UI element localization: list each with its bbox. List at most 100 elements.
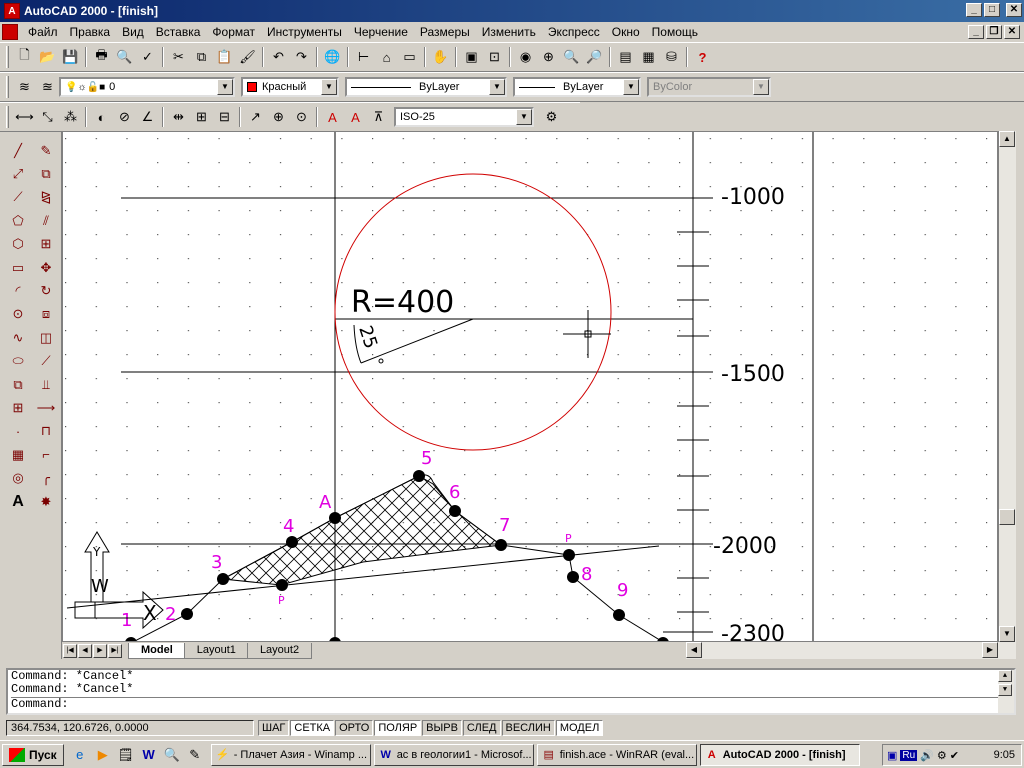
leader-icon[interactable]: ↗ xyxy=(244,106,267,128)
angular-dimension-icon[interactable]: ∠ xyxy=(136,106,159,128)
command-scrollbar[interactable]: ▲ ▼ xyxy=(998,670,1014,713)
rotate-icon[interactable]: ↻ xyxy=(34,279,58,302)
color-combo[interactable]: Красный ▼ xyxy=(241,77,339,97)
polyline-icon[interactable]: ⟋ xyxy=(6,186,30,209)
fillet-icon[interactable]: ╭ xyxy=(34,466,58,489)
dimension-edit-icon[interactable]: A xyxy=(321,106,344,128)
print-icon[interactable]: 🖶 xyxy=(90,46,113,68)
task-word[interactable]: W ас в геологии1 - Microsof... xyxy=(373,743,534,766)
tab-layout1[interactable]: Layout1 xyxy=(183,642,249,659)
dbconnect-icon[interactable]: ⛁ xyxy=(660,46,683,68)
coordinates-readout[interactable]: 364.7534, 120.6726, 0.0000 xyxy=(6,720,254,736)
diameter-dimension-icon[interactable]: ⊘ xyxy=(113,106,136,128)
dimstyle-combo[interactable]: ISO-25 ▼ xyxy=(394,107,534,127)
menu-file[interactable]: Файл xyxy=(22,25,64,39)
horizontal-scrollbar[interactable]: ◀ ▶ xyxy=(686,642,1016,659)
extend-icon[interactable]: ⟶ xyxy=(34,396,58,419)
document-icon[interactable] xyxy=(2,24,18,40)
toggle-snap[interactable]: ШАГ xyxy=(258,720,290,736)
task-winrar[interactable]: ▤ finish.ace - WinRAR (eval... xyxy=(536,743,697,766)
close-button[interactable]: ✕ xyxy=(1006,3,1022,17)
print-preview-icon[interactable]: 🔍 xyxy=(113,46,136,68)
zoom-icon[interactable]: 🔍 xyxy=(560,46,583,68)
autocad-app-icon[interactable]: A xyxy=(4,3,20,19)
ucs-icon[interactable]: ⊢ xyxy=(352,46,375,68)
pencil-icon[interactable]: ✎ xyxy=(185,745,205,765)
menu-format[interactable]: Формат xyxy=(206,25,261,39)
break-icon[interactable]: ⊓ xyxy=(34,420,58,443)
arc-icon[interactable]: ◜ xyxy=(6,279,30,302)
radius-dimension-icon[interactable]: ◐ xyxy=(90,106,113,128)
pan-icon[interactable]: ✋ xyxy=(429,46,452,68)
design-center-icon[interactable]: ▦ xyxy=(637,46,660,68)
internet-explorer-icon[interactable]: e xyxy=(70,745,90,765)
aerial-view-icon[interactable]: ▣ xyxy=(460,46,483,68)
help-icon[interactable]: ? xyxy=(691,46,714,68)
scroll-down-button[interactable]: ▼ xyxy=(998,684,1012,696)
toggle-lineweight[interactable]: ВЕСЛИН xyxy=(501,720,555,736)
scroll-right-button[interactable]: ▶ xyxy=(982,642,998,658)
hatch-icon[interactable]: ▦ xyxy=(6,443,30,466)
copy-object-icon[interactable]: ⧉ xyxy=(34,162,58,185)
menu-draw[interactable]: Черчение xyxy=(348,25,414,39)
baseline-dimension-icon[interactable]: ⊞ xyxy=(190,106,213,128)
scroll-down-button[interactable]: ▼ xyxy=(999,626,1015,642)
new-icon[interactable]: 🗋 xyxy=(13,46,36,68)
maximize-button[interactable]: □ xyxy=(984,3,1000,17)
center-mark-icon[interactable]: ⊙ xyxy=(290,106,313,128)
network-icon[interactable]: ⚙ xyxy=(937,749,947,762)
dimension-update-icon[interactable]: ⊼ xyxy=(367,106,390,128)
menu-modify[interactable]: Изменить xyxy=(476,25,542,39)
open-icon[interactable]: 📂 xyxy=(36,46,59,68)
last-tab-button[interactable]: ▶| xyxy=(108,643,122,658)
menu-dimension[interactable]: Размеры xyxy=(414,25,476,39)
explode-icon[interactable]: ✸ xyxy=(34,490,58,513)
spellcheck-icon[interactable]: ✓ xyxy=(136,46,159,68)
save-icon[interactable]: 💾 xyxy=(59,46,82,68)
vertical-scrollbar[interactable]: ▲ ▼ xyxy=(998,131,1016,642)
scroll-up-button[interactable]: ▲ xyxy=(998,670,1012,682)
realtime-pan-icon[interactable]: ◉ xyxy=(514,46,537,68)
search-icon[interactable]: 🔍 xyxy=(162,745,182,765)
paste-icon[interactable]: 📋 xyxy=(213,46,236,68)
continue-dimension-icon[interactable]: ⊟ xyxy=(213,106,236,128)
offset-icon[interactable]: ⫽ xyxy=(34,209,58,232)
point-icon[interactable]: · xyxy=(6,420,30,443)
chevron-down-icon[interactable]: ▼ xyxy=(623,79,639,95)
tracking-icon[interactable]: ▭ xyxy=(398,46,421,68)
doc-minimize-button[interactable]: _ xyxy=(968,25,984,39)
array-icon[interactable]: ⊞ xyxy=(34,233,58,256)
tab-model[interactable]: Model xyxy=(128,642,186,659)
volume-icon[interactable]: 🔊 xyxy=(920,749,934,762)
media-player-icon[interactable]: ▶ xyxy=(93,745,113,765)
task-winamp[interactable]: ⚡ - Плачет Азия - Winamp ... xyxy=(210,743,371,766)
doc-restore-button[interactable]: ❐ xyxy=(986,25,1002,39)
toggle-osnap[interactable]: ВЫРВ xyxy=(422,720,462,736)
dimension-style-icon[interactable]: ⚙ xyxy=(540,106,563,128)
chamfer-icon[interactable]: ⌐ xyxy=(34,443,58,466)
menu-view[interactable]: Вид xyxy=(116,25,150,39)
zoom-window-icon[interactable]: ⊡ xyxy=(483,46,506,68)
menu-edit[interactable]: Правка xyxy=(64,25,117,39)
lineweight-combo[interactable]: ByLayer ▼ xyxy=(513,77,641,97)
insert-block-icon[interactable]: ⧉ xyxy=(6,373,30,396)
tray-app-icon[interactable]: ✔ xyxy=(950,749,959,762)
rectangle-icon[interactable]: ▭ xyxy=(6,256,30,279)
stretch-icon[interactable]: ◫ xyxy=(34,326,58,349)
cut-icon[interactable]: ✂ xyxy=(167,46,190,68)
start-button[interactable]: Пуск xyxy=(2,743,64,766)
language-indicator[interactable]: Ru xyxy=(900,749,918,761)
scale-icon[interactable]: ⧈ xyxy=(34,303,58,326)
region-icon[interactable]: ◎ xyxy=(6,466,30,489)
polygon-icon[interactable]: ⬡ xyxy=(6,233,30,256)
undo-icon[interactable]: ↶ xyxy=(267,46,290,68)
line-icon[interactable]: ╱ xyxy=(6,139,30,162)
toggle-otrack[interactable]: СЛЕД xyxy=(462,720,501,736)
command-window[interactable]: Command: *Cancel* Command: *Cancel* Comm… xyxy=(6,668,1016,715)
redo-icon[interactable]: ↷ xyxy=(290,46,313,68)
polygon-icon[interactable]: ⬠ xyxy=(6,209,30,232)
chevron-down-icon[interactable]: ▼ xyxy=(516,109,532,125)
scroll-up-button[interactable]: ▲ xyxy=(999,131,1015,147)
dimension-text-edit-icon[interactable]: A xyxy=(344,106,367,128)
first-tab-button[interactable]: |◀ xyxy=(63,643,77,658)
